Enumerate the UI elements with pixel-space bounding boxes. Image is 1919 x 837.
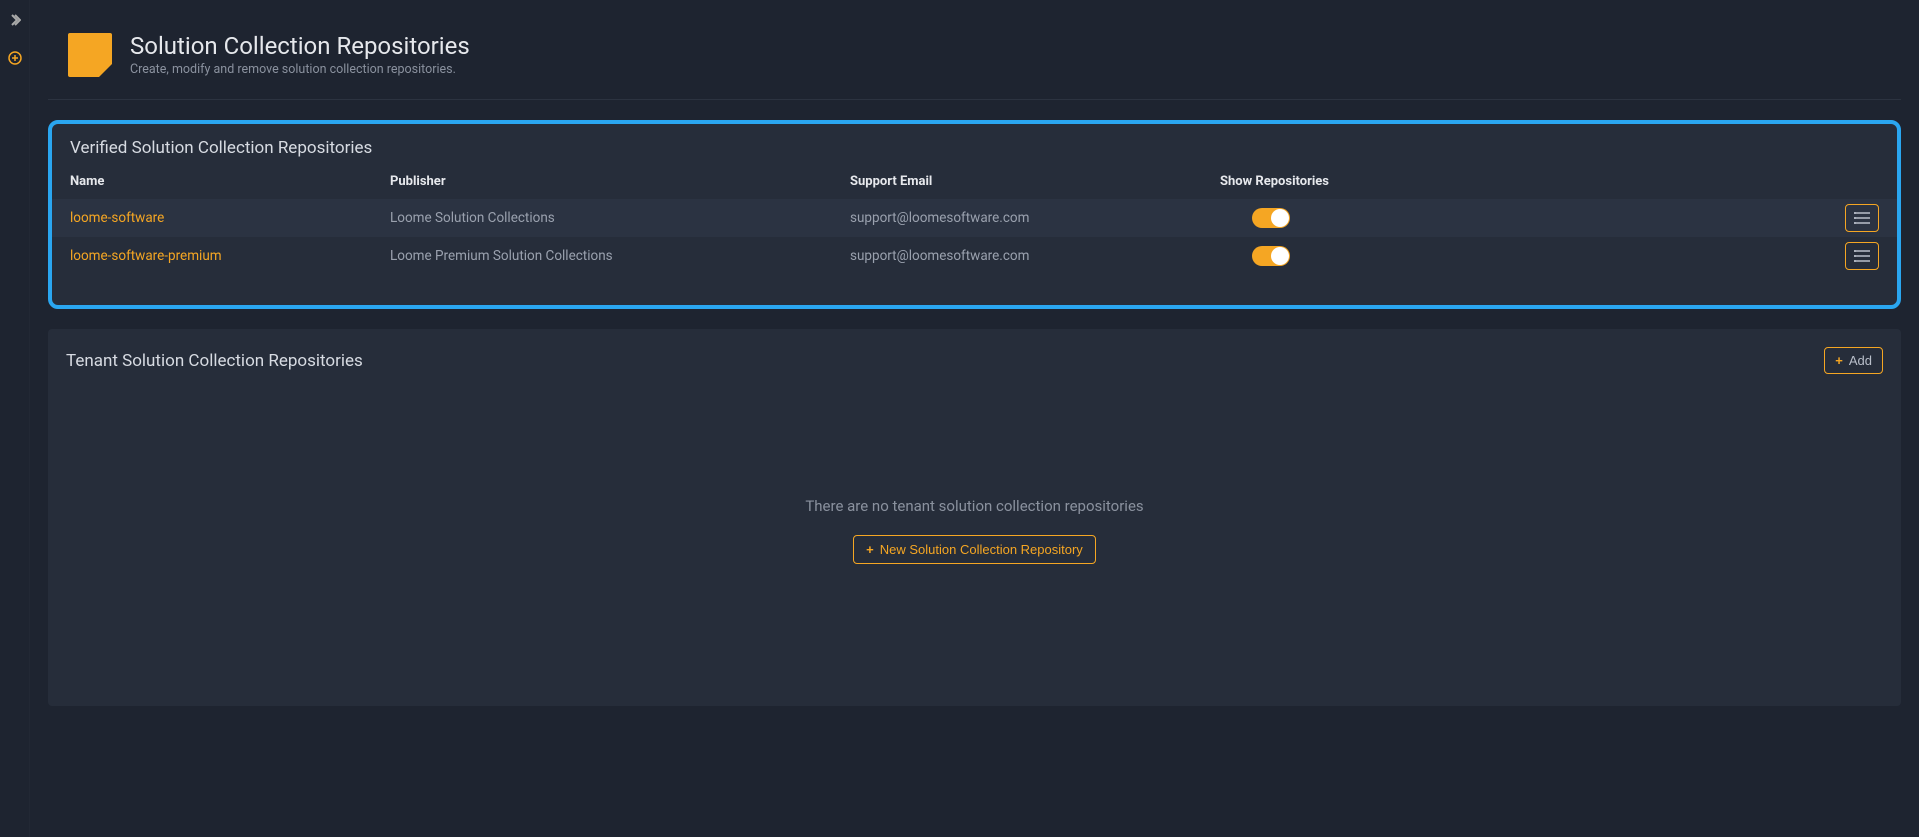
repo-email: support@loomesoftware.com	[850, 210, 1220, 226]
add-icon[interactable]	[7, 50, 23, 66]
verified-table: Name Publisher Support Email Show Reposi…	[52, 170, 1897, 275]
tenant-empty-state: There are no tenant solution collection …	[48, 380, 1901, 680]
verified-panel-title: Verified Solution Collection Repositorie…	[52, 138, 1897, 170]
show-repositories-toggle[interactable]	[1252, 246, 1290, 266]
sidebar	[0, 0, 30, 837]
list-button[interactable]	[1845, 242, 1879, 270]
table-row: loome-software Loome Solution Collection…	[52, 199, 1897, 237]
tenant-panel-title: Tenant Solution Collection Repositories	[66, 351, 363, 371]
col-email: Support Email	[850, 174, 1220, 189]
page-title: Solution Collection Repositories	[130, 32, 470, 60]
repo-name-link[interactable]: loome-software-premium	[70, 248, 390, 264]
repo-email: support@loomesoftware.com	[850, 248, 1220, 264]
col-name: Name	[70, 174, 390, 189]
page-subtitle: Create, modify and remove solution colle…	[130, 62, 470, 77]
table-row: loome-software-premium Loome Premium Sol…	[52, 237, 1897, 275]
list-icon	[1854, 250, 1870, 262]
expand-sidebar-icon[interactable]	[7, 12, 23, 28]
note-icon	[68, 33, 112, 77]
empty-message: There are no tenant solution collection …	[805, 497, 1143, 515]
add-button[interactable]: + Add	[1824, 347, 1883, 374]
repo-publisher: Loome Solution Collections	[390, 210, 850, 226]
plus-icon: +	[1835, 353, 1843, 368]
show-repositories-toggle[interactable]	[1252, 208, 1290, 228]
new-repository-button[interactable]: + New Solution Collection Repository	[853, 535, 1096, 564]
col-publisher: Publisher	[390, 174, 850, 189]
table-header: Name Publisher Support Email Show Reposi…	[52, 170, 1897, 199]
list-icon	[1854, 212, 1870, 224]
page-header: Solution Collection Repositories Create,…	[48, 0, 1901, 100]
add-button-label: Add	[1849, 353, 1872, 368]
new-repository-label: New Solution Collection Repository	[880, 542, 1083, 557]
repo-publisher: Loome Premium Solution Collections	[390, 248, 850, 264]
list-button[interactable]	[1845, 204, 1879, 232]
tenant-repositories-panel: Tenant Solution Collection Repositories …	[48, 329, 1901, 706]
verified-repositories-panel: Verified Solution Collection Repositorie…	[48, 120, 1901, 309]
plus-icon: +	[866, 542, 874, 557]
repo-name-link[interactable]: loome-software	[70, 210, 390, 226]
main-content: Solution Collection Repositories Create,…	[30, 0, 1919, 837]
col-show: Show Repositories	[1220, 174, 1480, 189]
